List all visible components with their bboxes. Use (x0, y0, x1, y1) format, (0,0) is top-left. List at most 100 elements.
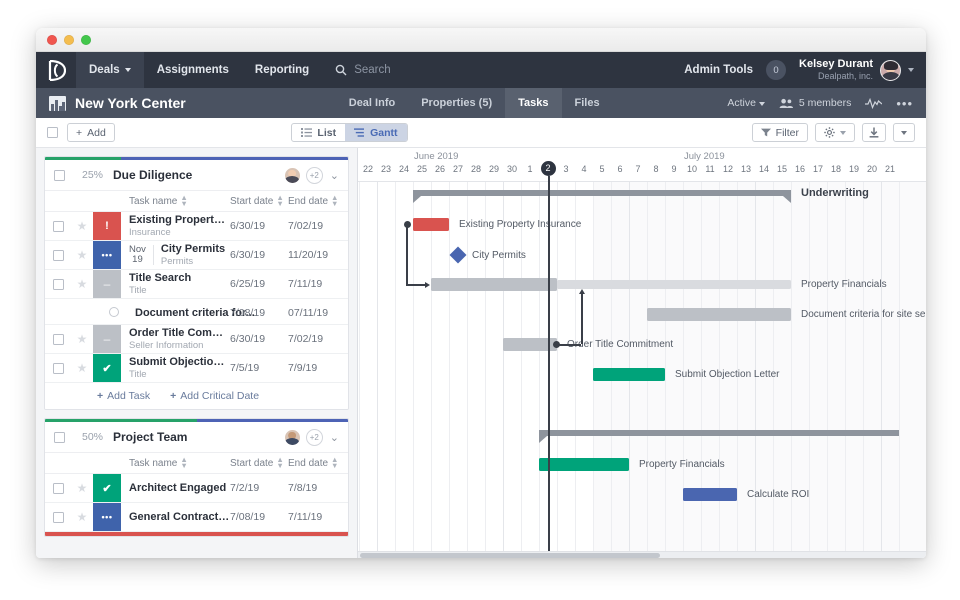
status-badge[interactable]: ✔ (93, 474, 121, 502)
avatar[interactable] (283, 166, 301, 184)
view-toggle-list[interactable]: List (292, 124, 345, 141)
column-task-name[interactable]: Task name ▲ ▼ (129, 193, 188, 208)
tab-deal-info[interactable]: Deal Info (336, 88, 408, 118)
extra-members-badge[interactable]: +2 (305, 428, 323, 446)
window-minimize-button[interactable] (64, 34, 74, 45)
task-columns-header: Task name ▲ ▼ Start date ▲ ▼ End date ▲ … (45, 190, 348, 212)
nav-item-deals[interactable]: Deals (76, 52, 144, 88)
star-icon[interactable]: ★ (77, 332, 88, 346)
status-badge[interactable]: – (93, 270, 121, 298)
task-list-pane[interactable]: 25% Due Diligence +2 ⌄ Task name ▲ ▼ Sta… (36, 148, 358, 558)
gantt-summary-bar[interactable] (413, 190, 791, 203)
members-button[interactable]: 5 members (779, 97, 851, 109)
group-header[interactable]: 50% Project Team +2 ⌄ (45, 422, 348, 452)
status-badge[interactable]: ••• (93, 241, 121, 269)
column-task-name[interactable]: Task name ▲ ▼ (129, 455, 188, 470)
dependency-arrowhead[interactable] (425, 281, 430, 288)
table-row[interactable]: ★ ✔ Architect Engaged 7/2/19 7/8/19 (45, 474, 348, 503)
status-badge[interactable]: ✔ (93, 354, 121, 382)
table-row[interactable]: ★ – Title Search Title 6/25/19 7/11/19 (45, 270, 348, 299)
table-row[interactable]: ★ ! Existing Property Insurance Insuranc… (45, 212, 348, 241)
tab-properties[interactable]: Properties (5) (408, 88, 505, 118)
avatar[interactable] (880, 59, 901, 81)
column-end-date[interactable]: End date ▲ ▼ (288, 193, 338, 208)
dependency-line[interactable] (581, 293, 583, 344)
tab-files[interactable]: Files (562, 88, 613, 118)
star-icon[interactable]: ★ (77, 219, 88, 233)
status-badge[interactable]: ••• (93, 503, 121, 531)
row-checkbox[interactable] (52, 482, 64, 494)
star-icon[interactable]: ★ (77, 361, 88, 375)
row-checkbox[interactable] (52, 220, 64, 232)
expand-button[interactable] (893, 123, 915, 142)
notification-badge[interactable]: 0 (766, 60, 787, 80)
row-checkbox[interactable] (52, 362, 64, 374)
admin-tools-link[interactable]: Admin Tools (684, 64, 753, 76)
user-menu[interactable]: Kelsey Durant Dealpath, inc. (799, 58, 914, 83)
row-checkbox[interactable] (52, 333, 64, 345)
activity-pulse-icon[interactable] (865, 97, 883, 109)
dependency-line[interactable] (406, 224, 408, 284)
scrollbar-thumb[interactable] (360, 553, 660, 558)
more-horizontal-icon[interactable]: ••• (896, 97, 913, 110)
gantt-task-bar[interactable] (539, 458, 629, 471)
star-icon[interactable]: ★ (77, 248, 88, 262)
add-critical-date-button[interactable]: + Add Critical Date (170, 390, 259, 402)
group-select-checkbox[interactable] (54, 431, 65, 443)
horizontal-scrollbar[interactable] (358, 551, 926, 558)
dependency-line[interactable] (406, 284, 426, 286)
tab-files-label: Files (574, 97, 600, 109)
search-icon (335, 64, 347, 76)
gantt-chart[interactable]: June 2019 July 2019 22 23 24 25 26 27 28 29 30 1 2 3… (358, 148, 926, 558)
star-icon[interactable]: ★ (77, 510, 88, 524)
column-start-date[interactable]: Start date ▲ ▼ (230, 455, 284, 470)
nav-item-assignments[interactable]: Assignments (144, 52, 242, 88)
select-all-checkbox[interactable] (47, 127, 58, 138)
window-close-button[interactable] (47, 34, 57, 45)
row-checkbox[interactable] (52, 249, 64, 261)
column-end-date[interactable]: End date ▲ ▼ (288, 455, 338, 470)
group-select-checkbox[interactable] (54, 169, 65, 181)
chevron-down-icon[interactable]: ⌄ (328, 169, 339, 182)
status-badge[interactable]: ! (93, 212, 121, 240)
table-row[interactable]: ★ ✔ Submit Objection Letter Title 7/5/19… (45, 354, 348, 383)
nav-item-reporting[interactable]: Reporting (242, 52, 322, 88)
tab-tasks[interactable]: Tasks (505, 88, 562, 118)
gantt-task-bar-remaining[interactable] (557, 280, 791, 289)
subtask-status-icon[interactable] (109, 306, 119, 317)
extra-members-badge[interactable]: +2 (305, 166, 323, 184)
table-row[interactable]: ★ ••• Nov 19 City Permits Permits 6/30/1… (45, 241, 348, 270)
dependency-line[interactable] (557, 344, 581, 346)
gantt-summary-bar[interactable] (539, 430, 899, 443)
group-header[interactable]: 25% Due Diligence +2 ⌄ (45, 160, 348, 190)
dependency-arrowhead[interactable] (578, 289, 585, 294)
status-badge[interactable]: – (93, 325, 121, 353)
filter-button[interactable]: Filter (751, 123, 808, 142)
view-toggle-gantt[interactable]: Gantt (345, 124, 407, 141)
star-icon[interactable]: ★ (77, 277, 88, 291)
gantt-task-bar[interactable] (683, 488, 737, 501)
subtask-row[interactable]: Document criteria for... 7/08/19 07/11/1… (45, 299, 348, 325)
settings-button[interactable] (815, 123, 855, 142)
gantt-task-bar[interactable] (647, 308, 791, 321)
row-checkbox[interactable] (52, 511, 64, 523)
gantt-task-bar[interactable] (413, 218, 449, 231)
column-start-date[interactable]: Start date ▲ ▼ (230, 193, 284, 208)
gantt-task-bar[interactable] (431, 278, 557, 291)
download-button[interactable] (862, 123, 886, 142)
add-task-button[interactable]: + Add Task (97, 390, 150, 402)
star-icon[interactable]: ★ (77, 481, 88, 495)
gantt-day-label: 5 (599, 164, 605, 174)
chevron-down-icon[interactable]: ⌄ (328, 431, 339, 444)
window-zoom-button[interactable] (81, 34, 91, 45)
table-row[interactable]: ★ – Order Title Commitment Seller Inform… (45, 325, 348, 354)
search-input[interactable]: Search (322, 64, 391, 76)
dealpath-logo-icon[interactable] (36, 52, 76, 88)
avatar[interactable] (283, 428, 301, 446)
add-button[interactable]: + Add (67, 123, 115, 142)
status-filter[interactable]: Active (727, 97, 765, 109)
gantt-task-bar[interactable] (593, 368, 665, 381)
table-row[interactable]: ★ ••• General Contractor Hired 7/08/19 7… (45, 503, 348, 532)
gantt-bar-label: Existing Property Insurance (459, 219, 582, 230)
row-checkbox[interactable] (52, 278, 64, 290)
